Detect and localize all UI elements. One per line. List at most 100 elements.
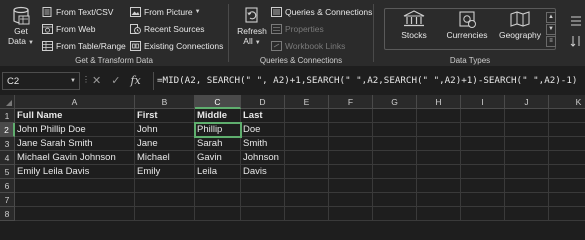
cell-c4[interactable]: Gavin — [195, 151, 241, 165]
cell-h6[interactable] — [417, 179, 461, 193]
column-header-e[interactable]: E — [285, 95, 329, 109]
cell-a5[interactable]: Emily Leila Davis — [15, 165, 135, 179]
cell-k1[interactable] — [549, 109, 585, 123]
cell-b3[interactable]: Jane — [135, 137, 195, 151]
cell-b2[interactable]: John — [135, 123, 195, 137]
data-type-currencies[interactable]: Currencies — [444, 10, 490, 50]
cell-k5[interactable] — [549, 165, 585, 179]
cell-a6[interactable] — [15, 179, 135, 193]
gallery-more-icon[interactable]: ≡ — [546, 36, 556, 47]
cell-k4[interactable] — [549, 151, 585, 165]
cell-j4[interactable] — [505, 151, 549, 165]
what-if-icon[interactable] — [569, 14, 583, 28]
cell-e8[interactable] — [285, 207, 329, 221]
cell-h2[interactable] — [417, 123, 461, 137]
column-header-i[interactable]: I — [461, 95, 505, 109]
cell-h1[interactable] — [417, 109, 461, 123]
cell-f7[interactable] — [329, 193, 373, 207]
formula-bar-grip[interactable]: ⋮ — [82, 75, 90, 84]
cell-d6[interactable] — [241, 179, 285, 193]
cell-f1[interactable] — [329, 109, 373, 123]
cell-k3[interactable] — [549, 137, 585, 151]
cell-i1[interactable] — [461, 109, 505, 123]
cell-i2[interactable] — [461, 123, 505, 137]
sort-icon[interactable] — [569, 34, 583, 48]
recent-sources-button[interactable]: Recent Sources — [130, 22, 204, 36]
cell-e5[interactable] — [285, 165, 329, 179]
from-text-csv-button[interactable]: From Text/CSV — [42, 5, 113, 19]
cell-j2[interactable] — [505, 123, 549, 137]
cell-f5[interactable] — [329, 165, 373, 179]
cell-c1[interactable]: Middle — [195, 109, 241, 123]
cell-d2[interactable]: Doe — [241, 123, 285, 137]
cell-g5[interactable] — [373, 165, 417, 179]
cell-i3[interactable] — [461, 137, 505, 151]
properties-button[interactable]: Properties — [271, 22, 324, 36]
cell-a7[interactable] — [15, 193, 135, 207]
row-header-5[interactable]: 5 — [0, 165, 15, 179]
cell-j6[interactable] — [505, 179, 549, 193]
row-header-3[interactable]: 3 — [0, 137, 15, 151]
cell-j7[interactable] — [505, 193, 549, 207]
column-header-a[interactable]: A — [15, 95, 135, 109]
cell-g3[interactable] — [373, 137, 417, 151]
cell-e7[interactable] — [285, 193, 329, 207]
cell-g2[interactable] — [373, 123, 417, 137]
cell-k7[interactable] — [549, 193, 585, 207]
queries-connections-button[interactable]: Queries & Connections — [271, 5, 372, 19]
cell-a3[interactable]: Jane Sarah Smith — [15, 137, 135, 151]
row-header-7[interactable]: 7 — [0, 193, 15, 207]
name-box[interactable]: C2 ▼ — [2, 72, 80, 90]
cell-d3[interactable]: Smith — [241, 137, 285, 151]
cell-f6[interactable] — [329, 179, 373, 193]
cell-h5[interactable] — [417, 165, 461, 179]
data-type-stocks[interactable]: Stocks — [394, 10, 434, 50]
column-header-h[interactable]: H — [417, 95, 461, 109]
row-header-2[interactable]: 2 — [0, 123, 15, 137]
cell-g1[interactable] — [373, 109, 417, 123]
column-header-k[interactable]: K — [549, 95, 585, 109]
column-header-g[interactable]: G — [373, 95, 417, 109]
cell-b6[interactable] — [135, 179, 195, 193]
cell-d4[interactable]: Johnson — [241, 151, 285, 165]
chevron-down-icon[interactable]: ▼ — [70, 78, 76, 84]
cell-a1[interactable]: Full Name — [15, 109, 135, 123]
cell-f4[interactable] — [329, 151, 373, 165]
cell-d1[interactable]: Last — [241, 109, 285, 123]
cell-d7[interactable] — [241, 193, 285, 207]
cell-h3[interactable] — [417, 137, 461, 151]
enter-icon[interactable]: ✓ — [111, 74, 120, 87]
row-header-4[interactable]: 4 — [0, 151, 15, 165]
scroll-up-icon[interactable]: ▲ — [546, 12, 556, 23]
get-data-button[interactable]: Get Data ▼ — [8, 6, 34, 48]
cell-i7[interactable] — [461, 193, 505, 207]
cell-e4[interactable] — [285, 151, 329, 165]
refresh-all-button[interactable]: Refresh All ▼ — [236, 6, 268, 48]
from-picture-button[interactable]: From Picture ▼ — [130, 5, 201, 19]
data-type-geography[interactable]: Geography — [497, 10, 543, 50]
cell-i4[interactable] — [461, 151, 505, 165]
cell-e1[interactable] — [285, 109, 329, 123]
row-header-8[interactable]: 8 — [0, 207, 15, 221]
cell-b1[interactable]: First — [135, 109, 195, 123]
cell-e2[interactable] — [285, 123, 329, 137]
cell-k8[interactable] — [549, 207, 585, 221]
cell-h4[interactable] — [417, 151, 461, 165]
formula-input[interactable]: =MID(A2, SEARCH(" ", A2)+1,SEARCH(" ",A2… — [153, 72, 583, 90]
cell-a2[interactable]: John Phillip Doe — [15, 123, 135, 137]
from-web-button[interactable]: From Web — [42, 22, 96, 36]
cell-c8[interactable] — [195, 207, 241, 221]
cell-a4[interactable]: Michael Gavin Johnson — [15, 151, 135, 165]
cell-g6[interactable] — [373, 179, 417, 193]
insert-function-icon[interactable]: fx — [130, 74, 140, 87]
cell-h8[interactable] — [417, 207, 461, 221]
cell-g7[interactable] — [373, 193, 417, 207]
cell-f2[interactable] — [329, 123, 373, 137]
cell-f3[interactable] — [329, 137, 373, 151]
cell-g8[interactable] — [373, 207, 417, 221]
cell-d8[interactable] — [241, 207, 285, 221]
cell-b5[interactable]: Emily — [135, 165, 195, 179]
cell-b4[interactable]: Michael — [135, 151, 195, 165]
cell-h7[interactable] — [417, 193, 461, 207]
cell-d5[interactable]: Davis — [241, 165, 285, 179]
